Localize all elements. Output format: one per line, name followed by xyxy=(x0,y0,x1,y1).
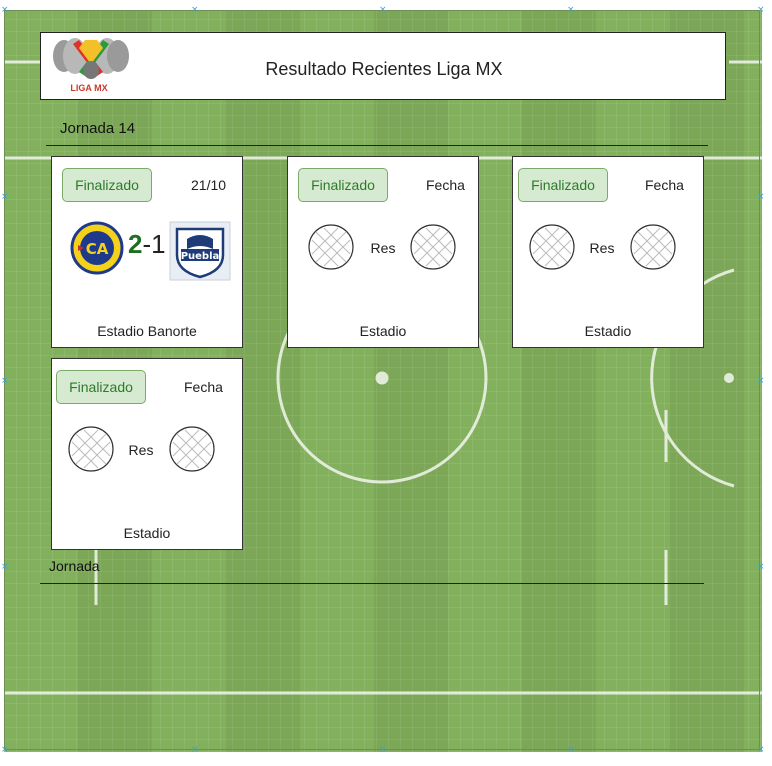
match-status-button[interactable]: Finalizado xyxy=(62,168,152,202)
match-result: Res xyxy=(370,240,396,256)
team-placeholder-icon xyxy=(630,224,676,270)
resize-handle-icon[interactable]: × xyxy=(757,6,765,15)
resize-handle-icon[interactable]: × xyxy=(567,746,575,755)
club-puebla-crest-icon: Puebla xyxy=(169,221,231,281)
match-result: Res xyxy=(128,442,154,458)
resize-handle-icon[interactable]: × xyxy=(379,6,387,15)
round-label: Jornada 14 xyxy=(60,120,136,137)
svg-text:Puebla: Puebla xyxy=(181,251,220,262)
page-header: LIGA MX Resultado Recientes Liga MX xyxy=(40,32,726,100)
match-venue: Estadio xyxy=(123,525,171,541)
score-separator: - xyxy=(142,229,152,259)
match-venue: Estadio xyxy=(584,323,632,339)
team-placeholder-icon xyxy=(529,224,575,270)
match-score: 2-1 xyxy=(128,229,166,260)
match-card[interactable]: Finalizado Fecha Res Estadio xyxy=(287,156,479,348)
match-date: Fecha xyxy=(184,379,223,395)
club-america-crest-icon: CA xyxy=(70,221,124,275)
away-score: 1 xyxy=(151,229,166,259)
resize-handle-icon[interactable]: × xyxy=(757,746,765,755)
resize-handle-icon[interactable]: × xyxy=(757,193,765,202)
team-placeholder-icon xyxy=(308,224,354,270)
logo-caption: LIGA MX xyxy=(70,83,108,93)
round-label: Jornada xyxy=(49,558,100,574)
match-venue: Estadio Banorte xyxy=(97,323,197,339)
resize-handle-icon[interactable]: × xyxy=(1,377,9,386)
match-card[interactable]: Finalizado Fecha Res Estadio xyxy=(512,156,704,348)
match-result: Res xyxy=(589,240,615,256)
match-venue: Estadio xyxy=(359,323,407,339)
resize-handle-icon[interactable]: × xyxy=(191,6,199,15)
match-date: Fecha xyxy=(645,177,684,193)
match-status-button[interactable]: Finalizado xyxy=(56,370,146,404)
match-status-button[interactable]: Finalizado xyxy=(298,168,388,202)
round-divider xyxy=(46,145,708,146)
resize-handle-icon[interactable]: × xyxy=(567,6,575,15)
team-placeholder-icon xyxy=(410,224,456,270)
match-date: Fecha xyxy=(426,177,465,193)
resize-handle-icon[interactable]: × xyxy=(757,377,765,386)
resize-handle-icon[interactable]: × xyxy=(1,563,9,572)
resize-handle-icon[interactable]: × xyxy=(191,746,199,755)
round-divider xyxy=(40,583,704,584)
resize-handle-icon[interactable]: × xyxy=(757,563,765,572)
resize-handle-icon[interactable]: × xyxy=(1,193,9,202)
resize-handle-icon[interactable]: × xyxy=(379,746,387,755)
home-score: 2 xyxy=(128,229,143,259)
match-card[interactable]: Finalizado 21/10 CA 2-1 Puebla Estadio B… xyxy=(51,156,243,348)
page-title: Resultado Recientes Liga MX xyxy=(265,59,503,79)
match-date: 21/10 xyxy=(191,177,227,193)
team-placeholder-icon xyxy=(169,426,215,472)
resize-handle-icon[interactable]: × xyxy=(1,746,9,755)
match-card[interactable]: Finalizado Fecha Res Estadio xyxy=(51,358,243,550)
resize-handle-icon[interactable]: × xyxy=(1,6,9,15)
svg-text:CA: CA xyxy=(86,240,109,258)
team-placeholder-icon xyxy=(68,426,114,472)
match-status-button[interactable]: Finalizado xyxy=(518,168,608,202)
